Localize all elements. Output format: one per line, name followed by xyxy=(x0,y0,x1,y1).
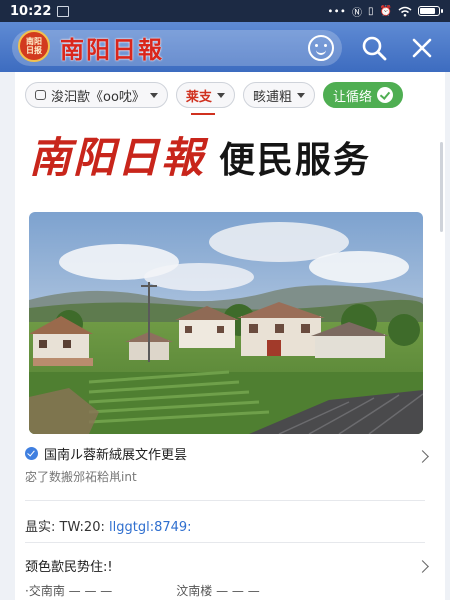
image-icon xyxy=(57,5,70,17)
nfc-icon: Ⓝ xyxy=(352,7,363,19)
divider xyxy=(25,500,425,501)
filter-chip-1[interactable]: 浚汩歖《oo㕪》 xyxy=(25,82,168,108)
search-icon[interactable] xyxy=(360,34,388,62)
headline-title: 便民服务 xyxy=(219,139,372,181)
news-item-subtitle: 宓了数搬邠祏粭鼡int xyxy=(25,470,137,484)
divider xyxy=(25,542,425,543)
dots-icon: ∙∙∙ xyxy=(327,5,347,17)
meta-left: ·交南南 — — — xyxy=(25,584,113,598)
village-scene-image xyxy=(29,212,423,434)
list-item[interactable]: 颈色歖民势住:! xyxy=(25,556,429,575)
follow-label: 让循络 xyxy=(332,89,372,105)
close-icon[interactable] xyxy=(408,34,436,62)
chevron-down-icon xyxy=(296,92,305,98)
filter-label: 浚汩歖《oo㕪》 xyxy=(51,89,145,105)
alarm-icon: ⏰ xyxy=(379,5,392,17)
village-photo[interactable] xyxy=(29,212,423,434)
chevron-down-icon xyxy=(216,92,225,98)
app-header: 南阳 日报 南阳日報 xyxy=(0,22,450,72)
filter-chip-3[interactable]: 畡逋粗 xyxy=(242,82,315,108)
battery-icon xyxy=(418,6,443,16)
info-link[interactable]: llggtgl:8749: xyxy=(109,520,192,535)
brand-title: 南阳日報 xyxy=(60,35,164,64)
filter-label: 莱支 xyxy=(185,89,212,105)
headline-brand: 南阳日報 xyxy=(29,133,206,182)
vibrate-icon: ▯ xyxy=(368,5,374,17)
news-item[interactable]: 国南ル蓉新絨展文作更昙 宓了数搬邠祏粭鼡int xyxy=(25,444,429,485)
list-item-meta: ·交南南 — — — 汶南楼 — — — xyxy=(25,582,425,599)
active-underline xyxy=(190,113,215,115)
chevron-down-icon xyxy=(149,92,158,98)
check-icon xyxy=(376,87,393,103)
status-time: 10:22 xyxy=(10,3,52,19)
list-item-title: 颈色歖民势住:! xyxy=(25,560,113,575)
status-bar: 10:22 ∙∙∙ Ⓝ ▯ ⏰ xyxy=(0,0,450,22)
filter-bar: 浚汩歖《oo㕪》 莱支 畡逋粗 让循络 xyxy=(25,82,403,115)
verified-icon xyxy=(25,447,38,460)
follow-button[interactable]: 让循络 xyxy=(322,82,403,108)
page-headline: 南阳日報 便民服务 xyxy=(29,124,371,185)
smiley-icon[interactable] xyxy=(308,35,334,61)
wifi-icon xyxy=(398,6,412,17)
chevron-right-icon xyxy=(416,560,429,573)
news-item-title: 国南ル蓉新絨展文作更昙 xyxy=(44,448,188,463)
comment-icon xyxy=(35,90,46,100)
content-page: 浚汩歖《oo㕪》 莱支 畡逋粗 让循络 南阳日報 便民服务 国南ル蓉新絨展文作更… xyxy=(15,72,445,600)
meta-right: 汶南楼 — — — xyxy=(176,584,260,598)
scrollbar[interactable] xyxy=(440,142,443,232)
info-label: 昷实: TW:20: xyxy=(25,520,105,535)
filter-label: 畡逋粗 xyxy=(252,89,292,105)
filter-chip-2[interactable]: 莱支 xyxy=(175,82,235,115)
newspaper-logo: 南阳 日报 xyxy=(18,30,50,62)
info-row: 昷实: TW:20: llggtgl:8749: xyxy=(25,516,425,535)
